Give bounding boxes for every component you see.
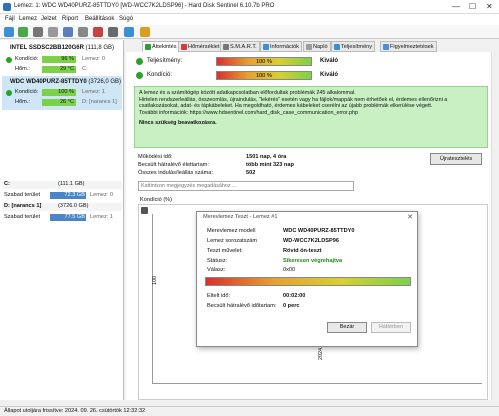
- temp-value: 26 °C: [42, 99, 76, 106]
- y-tick-label: 100: [152, 276, 158, 285]
- health-info-box: A lemez és a számítógép között adatkapcs…: [134, 86, 488, 148]
- background-button[interactable]: Háttérben: [371, 322, 411, 333]
- comment-input[interactable]: Kattintson megjegyzés megadásához ...: [138, 181, 354, 191]
- condition-bar: 100 %: [216, 71, 312, 80]
- condition-value: 96 %: [42, 56, 76, 63]
- menu-settings[interactable]: Beállítások: [85, 16, 114, 22]
- menu-disk[interactable]: Lemez: [19, 16, 37, 22]
- info-link[interactable]: További információk: https://www.hdsenti…: [139, 110, 483, 117]
- cycle-icon[interactable]: [18, 27, 28, 37]
- disk-name: INTEL SSDSC2BB120G6R (111,8 GB): [10, 45, 115, 51]
- menu-report[interactable]: Riport: [62, 16, 78, 22]
- disk-test-dialog: Merevlemez Teszt - Lemez #1 ✕ Merevlemez…: [196, 211, 418, 347]
- serial-row: Lemez sorozatszám WD-WCC7K2LDSP96: [207, 238, 339, 244]
- disk-condition-row: Kondíció: 100 % Lemez: 1: [6, 89, 122, 97]
- disk-temp-row: Hőm.: 26 °C D: [narancs 1]: [15, 99, 117, 106]
- drive-item-d[interactable]: D: [narancs 1] (3726.0 GB) Szabad terület…: [2, 203, 122, 225]
- operation-row: Teszt művelet: Rövid ön-teszt: [207, 248, 322, 254]
- disk-item-0[interactable]: INTEL SSDSC2BB120G6R (111,8 GB) Kondíció…: [2, 42, 122, 76]
- performance-status: Kiváló: [320, 58, 339, 64]
- alert-icon[interactable]: [93, 27, 103, 37]
- tab-bar: Áttekintés Hőmérséklet S.M.A.R.T. Inform…: [140, 40, 499, 52]
- print-icon[interactable]: [78, 27, 88, 37]
- disk-condition-row: Kondíció: 96 % Lemez: 0: [6, 56, 122, 64]
- retest-button[interactable]: Újratesztelés: [430, 153, 482, 165]
- report-icon[interactable]: [48, 27, 58, 37]
- condition-status: Kiváló: [320, 72, 339, 78]
- chart-label: Kondíció (%): [140, 197, 173, 203]
- disk-item-1[interactable]: WDC WD40PURZ-85TTDY0 (3726,0 GB) Kondíci…: [2, 76, 122, 110]
- disk-icon[interactable]: [33, 27, 43, 37]
- info-note: Nincs szükség beavatkozásra.: [139, 120, 217, 127]
- star-icon[interactable]: [140, 27, 150, 37]
- close-dialog-button[interactable]: Bezár: [327, 322, 367, 333]
- vertical-scrollbar[interactable]: [491, 52, 499, 400]
- refresh-icon[interactable]: [4, 27, 14, 37]
- condition-value: 100 %: [42, 89, 76, 96]
- status-row: Státusz: Sikeresen végrehajtva: [207, 258, 343, 264]
- tab-temperature[interactable]: Hőmérséklet: [178, 41, 223, 52]
- log-icon: [306, 44, 312, 50]
- close-button[interactable]: ✕: [486, 2, 493, 11]
- tab-performance[interactable]: Teljesítmény: [331, 41, 376, 52]
- free-space-bar: 77.5 GB: [50, 214, 86, 221]
- menu-help[interactable]: Súgó: [119, 16, 133, 22]
- app-icon: [3, 3, 11, 11]
- email-icon[interactable]: [63, 27, 73, 37]
- drive-item-c[interactable]: C: (111.1 GB) Szabad terület 72.3 GB Leme…: [2, 181, 122, 203]
- alert-icon: [383, 44, 389, 50]
- disk-list-panel: INTEL SSDSC2BB120G6R (111,8 GB) Kondíció…: [0, 40, 124, 400]
- check-icon: [145, 44, 151, 50]
- disk-name: WDC WD40PURZ-85TTDY0 (3726,0 GB): [10, 79, 122, 85]
- disk-temp-row: Hőm.: 29 °C C:: [15, 66, 88, 73]
- menu-report-mark[interactable]: Jelzet: [41, 16, 57, 22]
- maximize-button[interactable]: ☐: [469, 2, 476, 11]
- model-row: Merevlemez modell WDC WD40PURZ-85TTDY0: [207, 228, 355, 234]
- tab-smart[interactable]: S.M.A.R.T.: [220, 41, 260, 52]
- chip-icon: [223, 44, 229, 50]
- tab-alerts[interactable]: Figyelmeztetések: [380, 41, 437, 52]
- tab-overview[interactable]: Áttekintés: [142, 41, 180, 52]
- info-icon: [263, 44, 269, 50]
- save-icon[interactable]: [141, 207, 148, 214]
- menu-bar: Fájl Lemez Jelzet Riport Beállítások Súg…: [0, 14, 499, 25]
- tab-information[interactable]: Információk: [260, 41, 302, 52]
- check-icon: [6, 90, 12, 96]
- remaining-row: Becsült hátralévő időtartam: 0 perc: [207, 303, 300, 309]
- thermometer-icon: [181, 44, 187, 50]
- performance-icon: [334, 44, 340, 50]
- title-bar: Lemez: 1: WDC WD40PURZ-85TTDY0 [WD-WCC7K…: [0, 0, 499, 14]
- status-bar: Állapot utoljára frissítve: 2024. 09. 26…: [0, 406, 499, 416]
- gear-icon[interactable]: [108, 27, 118, 37]
- check-icon: [136, 58, 143, 65]
- performance-bar: 100 %: [216, 57, 312, 66]
- toolbar: [0, 25, 499, 39]
- elapsed-row: Eltelt idő: 00:02:00: [207, 293, 306, 299]
- condition-row: Kondíció: 100 % Kiváló: [136, 71, 436, 82]
- menu-file[interactable]: Fájl: [5, 16, 15, 22]
- help-icon[interactable]: [124, 27, 134, 37]
- check-icon: [136, 72, 143, 79]
- dialog-title: Merevlemez Teszt - Lemez #1: [203, 214, 278, 220]
- performance-row: Teljesítmény: 100 % Kiváló: [136, 57, 436, 68]
- reply-row: Válasz: 0x00: [207, 267, 296, 273]
- tab-log[interactable]: Napló: [303, 41, 331, 52]
- temp-value: 29 °C: [42, 66, 76, 73]
- minimize-button[interactable]: —: [452, 2, 460, 11]
- test-progress-bar: [205, 277, 411, 286]
- window-title: Lemez: 1: WDC WD40PURZ-85TTDY0 [WD-WCC7K…: [14, 3, 275, 9]
- free-space-bar: 72.3 GB: [50, 192, 86, 199]
- dialog-close-icon[interactable]: ✕: [407, 213, 413, 221]
- check-icon: [6, 57, 12, 63]
